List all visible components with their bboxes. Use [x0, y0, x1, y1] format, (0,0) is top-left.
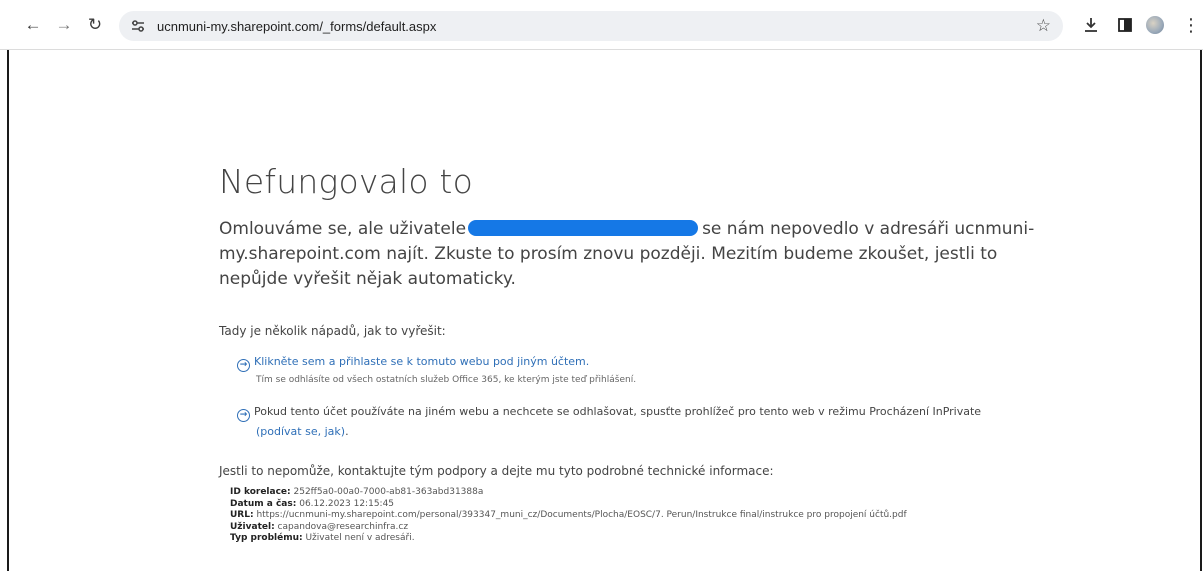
- arrow-circle-icon: →: [237, 359, 250, 372]
- detail-label: URL:: [230, 510, 254, 520]
- detail-label: Datum a čas:: [230, 498, 297, 509]
- detail-value: Uživatel není v adresáři.: [305, 533, 415, 543]
- error-content: Nefungovalo to Omlouváme se, ale uživate…: [219, 162, 1049, 543]
- arrow-circle-icon: →: [237, 409, 250, 422]
- menu-icon[interactable]: ⋮: [1180, 14, 1202, 36]
- sign-in-other-account-link[interactable]: Klikněte sem a přihlaste se k tomuto web…: [254, 355, 589, 368]
- detail-row: ID korelace: 252ff5a0-00a0-7000-ab81-363…: [230, 487, 907, 499]
- detail-label: ID korelace:: [230, 487, 291, 497]
- detail-row: URL: https://ucnmuni-my.sharepoint.com/p…: [230, 510, 907, 522]
- bookmark-star-icon[interactable]: ☆: [1036, 16, 1051, 36]
- detail-row: Datum a čas: 06.12.2023 12:15:45: [230, 499, 907, 511]
- reload-icon[interactable]: ↻: [84, 14, 106, 36]
- forward-icon[interactable]: →: [53, 14, 75, 36]
- idea-item-note: Tím se odhlásíte od všech ostatních služ…: [256, 375, 637, 385]
- url-text[interactable]: ucnmuni-my.sharepoint.com/_forms/default…: [157, 19, 436, 34]
- site-info-icon[interactable]: [128, 16, 148, 36]
- redacted-user-name: [468, 220, 699, 236]
- error-message: Omlouváme se, ale uživatele se nám nepove…: [219, 217, 1049, 292]
- window-left-border: [7, 50, 9, 571]
- technical-details: ID korelace: 252ff5a0-00a0-7000-ab81-363…: [230, 487, 907, 545]
- detail-value: https://ucnmuni-my.sharepoint.com/person…: [256, 510, 907, 520]
- window-right-border: [1200, 50, 1202, 571]
- detail-label: Typ problému:: [230, 533, 303, 543]
- detail-row: Uživatel: capandova@researchinfra.cz: [230, 522, 907, 534]
- idea-item-inprivate: → Pokud tento účet používáte na jiném web…: [237, 402, 997, 439]
- support-heading: Jestli to nepomůže, kontaktujte tým podp…: [219, 464, 774, 478]
- detail-value: capandova@researchinfra.cz: [277, 521, 409, 532]
- inprivate-text: Pokud tento účet používáte na jiném webu…: [254, 405, 982, 418]
- page-title: Nefungovalo to: [219, 162, 473, 201]
- ideas-heading: Tady je několik nápadů, jak to vyřešit:: [219, 324, 446, 338]
- detail-label: Uživatel:: [230, 521, 275, 532]
- browser-toolbar: ← → ↻ ucnmuni-my.sharepoint.com/_forms/d…: [0, 0, 1203, 50]
- detail-value: 06.12.2023 12:15:45: [299, 498, 395, 509]
- detail-row: Typ problému: Uživatel není v adresáři.: [230, 533, 907, 545]
- how-to-link[interactable]: (podívat se, jak): [256, 425, 345, 438]
- profile-avatar[interactable]: [1144, 14, 1166, 36]
- detail-value: 252ff5a0-00a0-7000-ab81-363abd31388a: [293, 487, 484, 497]
- message-before: Omlouváme se, ale uživatele: [219, 219, 467, 239]
- back-icon[interactable]: ←: [22, 14, 44, 36]
- idea-item-other-account: → Klikněte sem a přihlaste se k tomuto we…: [237, 350, 636, 385]
- how-to-period: .: [345, 425, 349, 438]
- address-bar[interactable]: ucnmuni-my.sharepoint.com/_forms/default…: [119, 11, 1063, 41]
- download-icon[interactable]: [1080, 14, 1102, 36]
- side-panel-icon[interactable]: [1114, 14, 1136, 36]
